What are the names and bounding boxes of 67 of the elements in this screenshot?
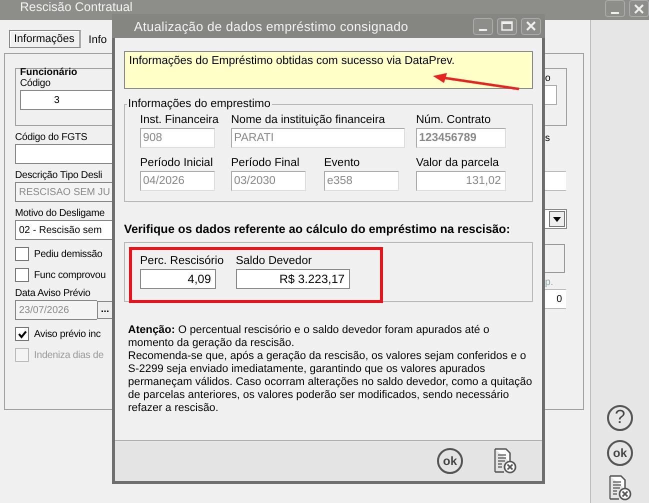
dialog-title: Atualização de dados empréstimo consignado [134, 18, 408, 34]
field-label: Descrição Tipo Desli [15, 170, 104, 181]
notice-text: Recomenda-se que, após a geração da rescisão, os valores sejam conferidos e o S-2299 seja enviado imediatamente, garantindo que os valores apurados permaneçam válidos. Caso ocorram alterações no saldo devedor, como a quitação de parcelas anteriores, os valores poderão ser modificados, sendo necessário refazer a rescisão. [128, 350, 533, 415]
close-button[interactable] [521, 18, 541, 34]
input-field[interactable]: 131,02 [416, 171, 506, 191]
input-field[interactable]: PARATI [231, 128, 405, 148]
input-field[interactable] [545, 171, 566, 191]
field-label: Código do FGTS [15, 132, 88, 143]
input-field[interactable]: R$ 3.223,17 [236, 269, 350, 289]
field-label: Motivo do Desligame [15, 208, 106, 219]
field-label: Período Final [231, 157, 300, 169]
cancel-button[interactable] [493, 448, 517, 474]
checkbox[interactable] [15, 268, 29, 282]
minimize-icon [479, 29, 487, 31]
field-label: Período Inicial [140, 157, 214, 169]
section-heading: Verifique os dados referente ao cálculo do empréstimo na rescisão: [124, 222, 512, 236]
window-title: Rescisão Contratual [20, 0, 133, 14]
field-label: Inst. Financeira [140, 114, 220, 126]
field-label: Perc. Rescisório [140, 255, 224, 267]
checkbox-label: Aviso prévio inc [34, 328, 101, 340]
checkbox[interactable] [15, 247, 29, 261]
minimize-button[interactable] [605, 0, 625, 17]
close-icon [525, 21, 537, 31]
document-cancel-icon [493, 448, 517, 474]
cancel-button[interactable] [608, 475, 632, 501]
maximize-icon [501, 21, 513, 31]
tab[interactable]: Info [86, 32, 110, 48]
field-label: Nome da instituição financeira [231, 114, 386, 126]
code-field[interactable]: 3 [20, 90, 113, 110]
checkbox-label: Pediu demissão [34, 248, 102, 260]
close-icon [633, 4, 645, 14]
input-field[interactable]: 04/2026 [140, 171, 215, 191]
document-cancel-icon [608, 475, 632, 501]
close-button[interactable] [629, 0, 649, 17]
checkbox-label: Indeniza dias de [34, 350, 104, 360]
field-label: Saldo Devedor [236, 255, 313, 267]
checkbox[interactable] [15, 327, 29, 341]
input-field[interactable]: 4,09 [140, 269, 216, 289]
notice-text: Atenção: O percentual rescisório e o saldo devedor foram apurados até o momento da geração da rescisão. [128, 324, 490, 350]
input-field[interactable]: 02 - Rescisão sem [15, 220, 113, 240]
message-text: Informações do Empréstimo obtidas com sucesso via DataPrev. [129, 55, 455, 67]
maximize-button[interactable] [497, 18, 517, 34]
help-button[interactable]: ? [607, 405, 633, 431]
field-label: Código [20, 78, 52, 89]
input-field[interactable] [545, 85, 557, 105]
input-field[interactable]: e358 [324, 171, 399, 191]
ok-button[interactable]: ok [607, 440, 633, 466]
checkbox-label: Func comprovou [34, 270, 106, 280]
input-field[interactable]: 123456789 [416, 128, 506, 148]
field-label: Núm. Contrato [416, 114, 492, 126]
input-field[interactable] [15, 144, 113, 164]
minimize-button[interactable] [473, 18, 493, 34]
input-field[interactable]: 03/2030 [231, 171, 306, 191]
dropdown-field[interactable] [545, 209, 567, 229]
field-label: o [545, 73, 552, 84]
field-label: p. [545, 277, 554, 288]
field-label: Valor da parcela [416, 157, 500, 169]
number-field[interactable]: 0 [545, 289, 566, 309]
input-field[interactable]: 908 [140, 128, 215, 148]
ok-button[interactable]: ok [437, 448, 463, 474]
field-label: Data Aviso Prévio [15, 288, 92, 299]
group-title: Funcionário [20, 67, 78, 78]
field-label: s [545, 133, 551, 144]
minimize-icon [611, 12, 619, 14]
group-title: Informações do emprestimo [127, 98, 272, 110]
tab[interactable]: Informações [9, 30, 81, 48]
field-label: Evento [324, 157, 361, 169]
